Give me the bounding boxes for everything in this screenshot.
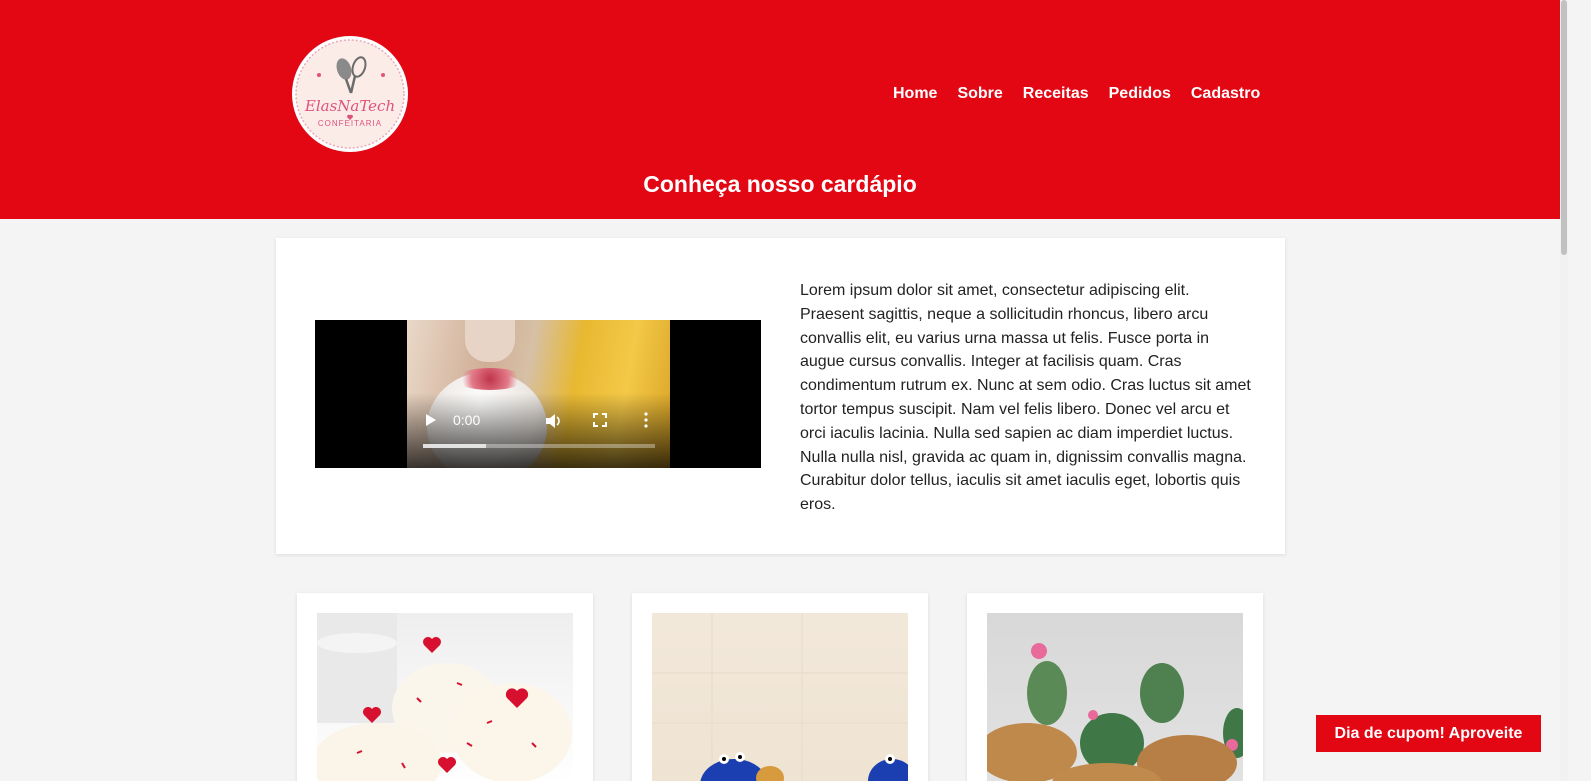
- video-progress-bar[interactable]: [423, 444, 655, 448]
- volume-icon[interactable]: [544, 412, 562, 430]
- scrollbar-thumb[interactable]: [1561, 0, 1567, 255]
- product-card[interactable]: [632, 593, 928, 781]
- video-progress-fill: [423, 444, 486, 448]
- nav-sobre[interactable]: Sobre: [957, 85, 1002, 103]
- coupon-button[interactable]: Dia de cupom! Aproveite: [1316, 715, 1541, 752]
- product-card[interactable]: [297, 593, 593, 781]
- cactus-cupcakes-image: [987, 613, 1243, 781]
- page-title: Conheça nosso cardápio: [643, 171, 917, 197]
- video-time: 0:00: [453, 412, 481, 428]
- blue-monster-cupcakes-image: [652, 613, 908, 781]
- nav-cadastro[interactable]: Cadastro: [1191, 85, 1260, 103]
- intro-description: Lorem ipsum dolor sit amet, consectetur …: [800, 282, 1251, 514]
- nav-pedidos[interactable]: Pedidos: [1109, 85, 1171, 103]
- red-velvet-cupcakes-image: [317, 613, 573, 781]
- video-player[interactable]: 0:00: [315, 320, 761, 468]
- more-options-icon[interactable]: [644, 412, 648, 428]
- brand-logo[interactable]: ElasNaTech CONFEITARIA: [291, 35, 409, 153]
- nav-receitas[interactable]: Receitas: [1023, 85, 1089, 103]
- logo-subtitle: CONFEITARIA: [318, 119, 382, 128]
- fullscreen-icon[interactable]: [593, 413, 607, 427]
- main-nav: Home Sobre Receitas Pedidos Cadastro: [893, 85, 1260, 103]
- logo-wordmark: ElasNaTech: [304, 97, 395, 115]
- video-thumbnail: 0:00: [407, 320, 670, 468]
- nav-home[interactable]: Home: [893, 85, 937, 103]
- product-card[interactable]: [967, 593, 1263, 781]
- intro-card: 0:00 Lorem ipsum dolor sit amet, consect…: [276, 238, 1285, 554]
- play-icon[interactable]: [426, 414, 436, 426]
- site-header: ElasNaTech CONFEITARIA Home Sobre Receit…: [0, 0, 1560, 219]
